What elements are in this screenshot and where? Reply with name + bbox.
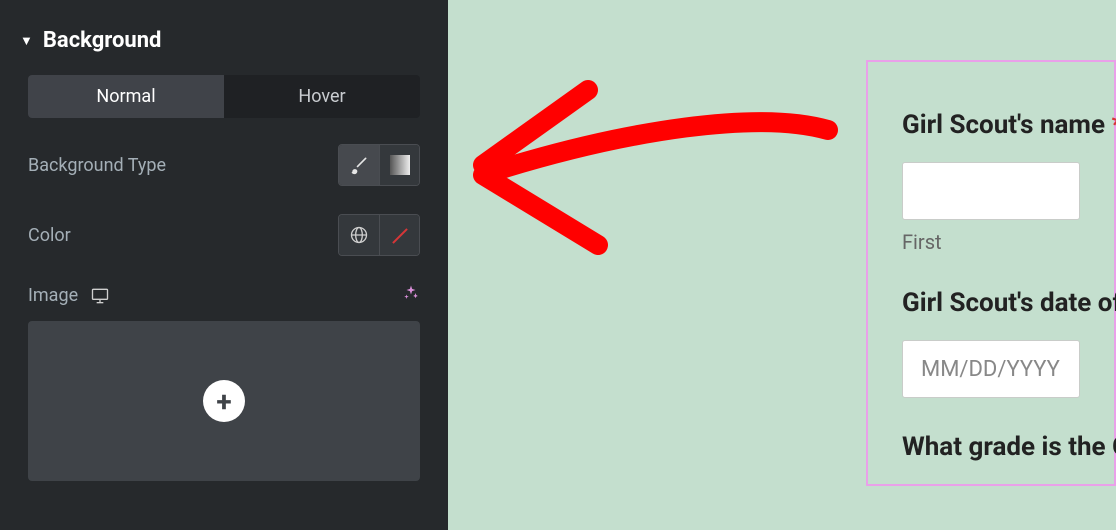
tab-hover[interactable]: Hover (224, 75, 420, 118)
plus-icon: + (216, 385, 231, 418)
dob-placeholder: MM/DD/YYYY (921, 357, 1060, 382)
image-dropzone[interactable]: + (28, 321, 420, 481)
bg-type-gradient-button[interactable] (379, 145, 419, 185)
color-row: Color (20, 214, 428, 256)
style-panel: ▼ Background Normal Hover Background Typ… (0, 0, 448, 530)
color-global-button[interactable] (339, 215, 379, 255)
image-label: Image (28, 285, 78, 306)
dob-field-label: Girl Scout's date of b (902, 288, 1080, 318)
gradient-icon (390, 155, 410, 175)
section-title: Background (43, 28, 162, 53)
form-preview: Girl Scout's name * First Girl Scout's d… (866, 60, 1116, 486)
dynamic-tags-icon[interactable] (402, 284, 420, 307)
grade-field-label: What grade is the Gir (902, 432, 1080, 462)
no-color-icon (388, 223, 412, 247)
color-controls (338, 214, 420, 256)
first-name-input[interactable] (902, 162, 1080, 220)
image-row: Image (20, 284, 428, 307)
state-tabs: Normal Hover (28, 75, 420, 118)
caret-down-icon: ▼ (20, 33, 33, 49)
required-asterisk: * (1111, 110, 1116, 140)
background-type-row: Background Type Classic (20, 144, 428, 186)
background-type-buttons: Classic (338, 144, 420, 186)
preview-canvas: Girl Scout's name * First Girl Scout's d… (448, 0, 1116, 530)
bg-type-classic-button[interactable]: Classic (339, 145, 379, 185)
dob-input[interactable]: MM/DD/YYYY (902, 340, 1080, 398)
desktop-icon[interactable] (90, 286, 110, 306)
tab-normal[interactable]: Normal (28, 75, 224, 118)
background-type-label: Background Type (28, 155, 166, 176)
color-label: Color (28, 225, 71, 246)
annotation-arrow-icon (468, 60, 848, 280)
first-name-sublabel: First (902, 230, 1080, 254)
add-image-button[interactable]: + (203, 380, 245, 422)
globe-icon (349, 225, 369, 245)
name-field-label: Girl Scout's name * (902, 110, 1080, 140)
color-swatch-button[interactable] (379, 215, 419, 255)
brush-icon (349, 155, 369, 175)
section-header-background[interactable]: ▼ Background (20, 28, 428, 53)
